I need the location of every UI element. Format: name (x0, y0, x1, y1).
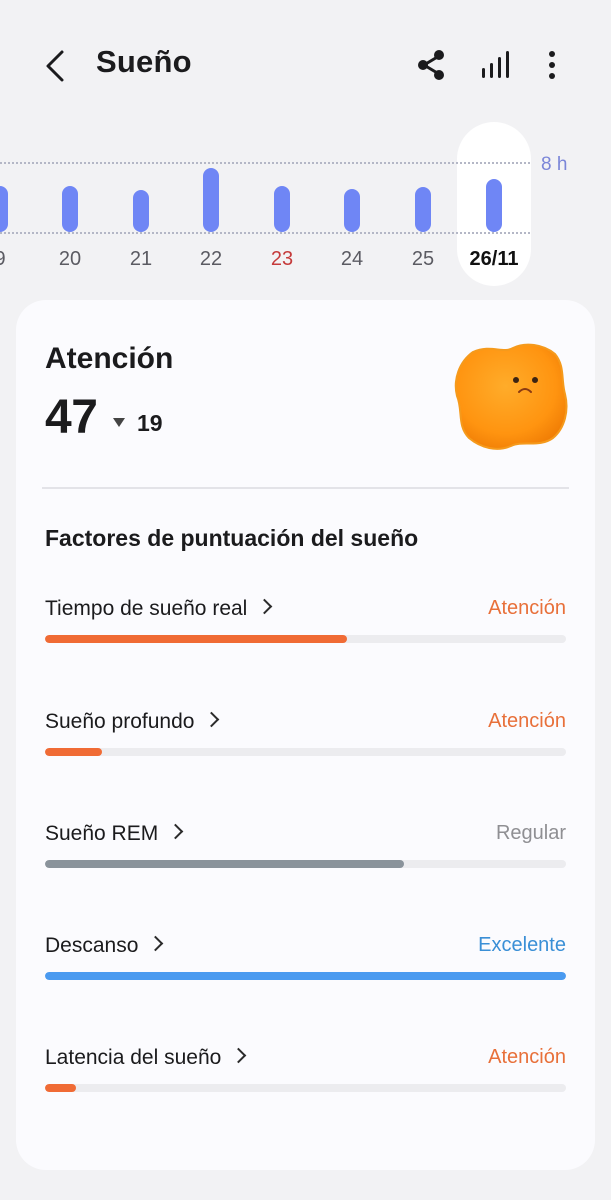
day-column-20[interactable]: 20 (40, 120, 100, 295)
day-label: 20 (58, 248, 82, 270)
factor-label: Sueño REM (45, 822, 184, 846)
factor-status: Regular (495, 822, 566, 844)
share-icon (418, 50, 444, 80)
day-column-9[interactable]: 9 (0, 120, 30, 295)
factor-row[interactable]: Latencia del sueño Atención (45, 1046, 566, 1106)
day-column-24[interactable]: 24 (322, 120, 382, 295)
more-options-button[interactable] (534, 44, 574, 88)
factor-progress-track (45, 1084, 566, 1092)
factor-label-text: Sueño profundo (45, 710, 195, 733)
orange-fluffy-mascot-icon (453, 340, 569, 452)
day-column-22[interactable]: 22 (181, 120, 241, 295)
sleep-bar (486, 178, 502, 232)
factor-progress-fill (45, 972, 566, 980)
factor-label-text: Descanso (45, 934, 139, 957)
factor-progress-fill (45, 1084, 77, 1092)
factor-label: Sueño profundo (45, 710, 220, 734)
day-column-25[interactable]: 25 (393, 120, 453, 295)
day-label: 9 (0, 248, 30, 271)
factor-progress-fill (45, 748, 103, 756)
factor-label: Descanso (45, 934, 164, 958)
sleep-bar (203, 167, 219, 232)
factor-progress-fill (45, 635, 348, 643)
sleep-bar (415, 187, 431, 232)
day-label: 24 (340, 248, 364, 270)
sleep-bar (344, 188, 360, 232)
chevron-right-icon (148, 935, 164, 952)
sleep-bar (62, 186, 78, 232)
factors-section-title: Factores de puntuación del sueño (45, 525, 419, 551)
triangle-down-icon (113, 418, 125, 427)
sleep-bar (0, 186, 8, 232)
day-column-23[interactable]: 23 (252, 120, 312, 295)
factor-progress-fill (45, 860, 405, 868)
sleep-bar (133, 190, 149, 232)
chevron-left-icon (46, 50, 64, 82)
reference-label: 8 h (541, 154, 568, 175)
sleep-duration-chart: 8 h 9 20 21 22 23 24 25 26/11 (0, 120, 611, 295)
stats-button[interactable] (476, 44, 516, 88)
factor-row[interactable]: Sueño REM Regular (45, 822, 566, 882)
factor-status: Atención (488, 710, 566, 732)
factor-progress-track (45, 635, 566, 643)
factor-label: Tiempo de sueño real (45, 597, 273, 621)
day-column-21[interactable]: 21 (111, 120, 171, 295)
factor-row[interactable]: Sueño profundo Atención (45, 710, 566, 770)
chevron-right-icon (167, 823, 184, 840)
day-label: 21 (129, 248, 153, 270)
chevron-right-icon (231, 1047, 247, 1064)
factor-progress-track (45, 972, 566, 980)
day-label: 25 (411, 248, 435, 270)
day-label: 23 (270, 248, 294, 270)
score-status: Atención (45, 342, 174, 375)
factor-status: Excelente (478, 934, 566, 956)
factor-status: Atención (488, 1046, 566, 1068)
factor-progress-track (45, 860, 566, 868)
factor-row[interactable]: Descanso Excelente (45, 934, 566, 994)
factor-row[interactable]: Tiempo de sueño real Atención (45, 597, 566, 657)
day-label: 22 (199, 248, 223, 270)
bar-chart-icon (482, 51, 509, 78)
sleep-score: 47 (45, 391, 98, 444)
factor-label-text: Sueño REM (45, 822, 159, 845)
factor-progress-track (45, 748, 566, 756)
factor-label: Latencia del sueño (45, 1046, 247, 1070)
back-button[interactable] (36, 42, 80, 90)
chevron-right-icon (204, 711, 220, 728)
score-delta: 19 (137, 410, 163, 436)
divider (42, 487, 569, 489)
factor-label-text: Latencia del sueño (45, 1046, 222, 1069)
chevron-right-icon (257, 598, 273, 615)
day-label: 26/11 (469, 248, 519, 270)
factor-label-text: Tiempo de sueño real (45, 597, 248, 620)
page-title: Sueño (96, 44, 192, 79)
sleep-bar (274, 186, 290, 232)
share-button[interactable] (412, 44, 452, 88)
day-column-26-11[interactable]: 26/11 (464, 120, 524, 295)
sleep-score-card: Atención 47 19 Factores de puntuación de… (16, 300, 595, 1170)
more-vertical-icon (549, 51, 555, 79)
factor-status: Atención (488, 597, 566, 619)
app-header: Sueño (0, 0, 611, 130)
